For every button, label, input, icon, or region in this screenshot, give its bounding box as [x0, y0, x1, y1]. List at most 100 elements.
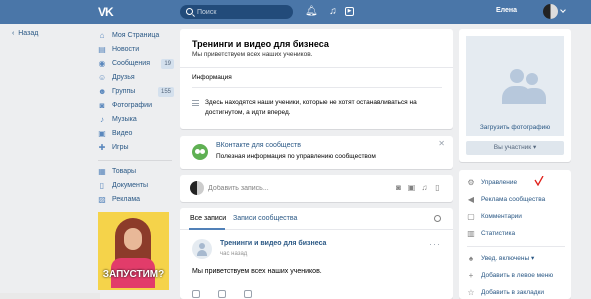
ad-face [124, 228, 142, 250]
browser-status-bar [0, 293, 100, 299]
tab-all-posts[interactable]: Все записи [188, 215, 226, 230]
music-icon[interactable]: ♫ [327, 6, 339, 18]
back-link-label: Назад [18, 30, 39, 37]
menu-item-photos[interactable]: ◙ Фотографии [98, 99, 178, 113]
group-title: Тренинги и видео для бизнеса [192, 39, 329, 49]
close-icon[interactable]: ✕ [438, 139, 445, 148]
groups-icon: ☻ [98, 87, 107, 96]
people-icon [510, 69, 524, 83]
annotation-checkmark [534, 176, 544, 186]
play-icon[interactable]: ▶ [345, 7, 354, 16]
menu-item-label: Группы [112, 88, 136, 95]
menu-item-label: Фотографии [112, 102, 153, 109]
menu-item-my-page[interactable]: ⌂ Моя Страница [98, 29, 178, 43]
home-icon: ⌂ [99, 31, 105, 40]
group-actions-card: ⚙︎ Управление ◀ Реклама сообщества ▢ Коммен… [459, 170, 571, 299]
video-icon[interactable]: ▣ [407, 183, 416, 192]
messages-icon: ◉ [98, 59, 106, 68]
post-text: Мы приветствуем всех наших учеников. [192, 268, 322, 275]
action-ads[interactable]: ◀ Реклама сообщества [467, 194, 545, 206]
goods-icon: ▦ [98, 167, 106, 176]
promo-text: Полезная информация по управлению сообще… [216, 153, 376, 160]
wall-tabs: Все записи Записи сообщества [180, 208, 453, 230]
video-icon: ▣ [98, 129, 106, 138]
search-input[interactable] [197, 6, 287, 18]
menu-item-news[interactable]: ▤ Новости [98, 43, 178, 57]
document-icon[interactable]: ▯ [433, 183, 442, 192]
action-bookmark[interactable]: ☆ Добавить в закладки [467, 287, 544, 299]
user-name[interactable]: Елена [496, 7, 517, 14]
friends-icon: ☺ [98, 73, 107, 82]
ad-banner[interactable]: ЗАПУСТИМ? [98, 212, 169, 290]
group-description: Здесь находятся наши ученики, которые не… [205, 99, 417, 116]
action-notifications[interactable]: ♠ Увед. включены ▾ [467, 253, 534, 265]
docs-icon: ▯ [99, 181, 105, 190]
menu-item-ads[interactable]: ▨ Реклама [98, 193, 178, 207]
group-photo-placeholder[interactable]: Загрузить фотографию [466, 36, 564, 136]
menu-item-games[interactable]: ✚ Игры [98, 141, 178, 155]
camera-icon[interactable]: ◙ [394, 183, 403, 192]
left-menu: ⌂ Моя Страница ▤ Новости ◉ Сообщения 19 ☺ Дру… [98, 29, 178, 207]
menu-item-video[interactable]: ▣ Видео [98, 127, 178, 141]
promo-card: ВКонтакте для сообществ Полезная информа… [180, 136, 453, 169]
like-icon[interactable] [192, 290, 200, 298]
menu-item-groups[interactable]: ☻ Группы 155 [98, 85, 178, 99]
promo-title[interactable]: ВКонтакте для сообществ [216, 142, 301, 149]
action-add-to-menu[interactable]: + Добавить в левое меню [467, 270, 554, 282]
menu-item-music[interactable]: ♪ Музыка [98, 113, 178, 127]
music-icon[interactable]: ♫ [420, 183, 429, 192]
news-icon: ▤ [98, 45, 106, 54]
ads-icon: ▨ [98, 195, 106, 204]
people-icon [522, 88, 546, 104]
action-label: Реклама сообщества [481, 196, 546, 203]
divider [467, 246, 565, 247]
action-manage[interactable]: ⚙︎ Управление [467, 177, 517, 189]
comments-icon: ▢ [467, 212, 475, 221]
search-icon[interactable] [434, 215, 441, 222]
stats-icon: ▥ [467, 229, 475, 238]
wall: Все записи Записи сообщества Тренинги и … [180, 208, 453, 299]
menu-item-messages[interactable]: ◉ Сообщения 19 [98, 57, 178, 71]
action-comments[interactable]: ▢ Комментарии [467, 211, 522, 223]
chevron-down-icon[interactable] [560, 7, 566, 13]
bell-icon: ♠ [468, 254, 474, 263]
action-stats[interactable]: ▥ Статистика [467, 228, 515, 240]
megaphone-icon: ◀ [467, 195, 475, 204]
post-input[interactable] [208, 182, 358, 194]
menu-divider [98, 160, 172, 161]
menu-item-label: Документы [112, 182, 149, 189]
action-label: Управление [481, 179, 518, 186]
more-icon[interactable]: ··· [429, 239, 441, 249]
divider [192, 87, 442, 88]
menu-item-label: Товары [112, 168, 137, 175]
group-status: Мы приветствуем всех наших учеников. [192, 51, 313, 58]
post-author-avatar[interactable] [192, 239, 212, 259]
menu-item-label: Сообщения [112, 60, 150, 67]
tab-community-posts[interactable]: Записи сообщества [233, 215, 297, 222]
member-button[interactable]: Вы участник ▾ [466, 141, 564, 155]
upload-photo-link[interactable]: Загрузить фотографию [466, 124, 564, 131]
post-author[interactable]: Тренинги и видео для бизнеса [220, 240, 326, 247]
bell-icon[interactable]: 🔔︎ [305, 6, 318, 18]
menu-item-friends[interactable]: ☺ Друзья [98, 71, 178, 85]
music-icon: ♪ [100, 115, 104, 124]
post-time[interactable]: час назад [220, 251, 247, 257]
page: VK 🔔︎ ♫ ▶ Елена ‹ Назад ⌂ Моя Страница ▤ Н… [0, 0, 591, 299]
share-icon[interactable] [244, 290, 252, 298]
menu-item-goods[interactable]: ▦ Товары [98, 165, 178, 179]
vk-logo[interactable]: VK [98, 5, 118, 19]
member-button-label: Вы участник [493, 144, 532, 151]
back-link[interactable]: ‹ Назад [12, 30, 38, 37]
search-box[interactable] [180, 5, 293, 19]
user-avatar[interactable] [543, 4, 558, 19]
action-label: Комментарии [481, 213, 522, 220]
menu-item-docs[interactable]: ▯ Документы [98, 179, 178, 193]
comment-icon[interactable] [218, 290, 226, 298]
group-photo-card: Загрузить фотографию Вы участник ▾ [459, 29, 571, 162]
plus-icon: + [468, 271, 474, 280]
search-icon [186, 8, 193, 15]
avatar [190, 181, 204, 195]
menu-item-label: Новости [112, 46, 140, 53]
gear-icon: ⚙︎ [467, 178, 475, 187]
people-icon [526, 73, 538, 85]
